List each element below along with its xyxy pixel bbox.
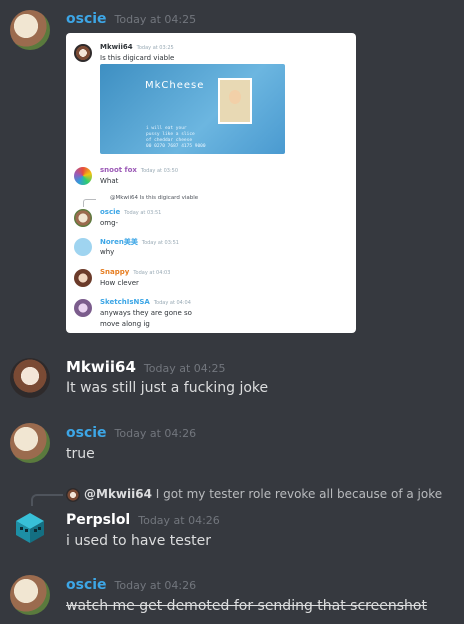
message-1: oscie Today at 04:25 Mkwii64 Today at 03:2… <box>0 0 464 340</box>
author-name[interactable]: Perpslol Today at 04:26 <box>66 512 220 528</box>
message-text: watch me get demoted for sending that sc… <box>66 598 427 614</box>
author-name: snoot fox <box>100 166 137 174</box>
message-text: anyways they are gone so <box>100 309 192 317</box>
author-name: Mkwii64 <box>100 43 133 51</box>
timestamp: Today at 04:25 <box>143 362 226 375</box>
avatar <box>74 44 92 62</box>
cube-avatar-icon <box>16 513 44 543</box>
message-text: i used to have tester <box>66 533 212 549</box>
message-text: How clever <box>100 279 139 287</box>
timestamp: Today at 03:51 <box>124 210 162 216</box>
avatar <box>74 209 92 227</box>
timestamp: Today at 04:25 <box>114 13 197 26</box>
author-name[interactable]: oscie Today at 04:26 <box>66 425 196 441</box>
card-line: pussy like a slice <box>146 132 195 137</box>
reply-preview: @Mkwii64 Is this digicard viable <box>110 195 199 201</box>
message-text: move along ig <box>100 320 150 328</box>
digicard-image: MkCheese i will eat your pussy like a sl… <box>100 64 285 154</box>
avatar[interactable] <box>10 358 50 398</box>
message-text: why <box>100 248 115 256</box>
timestamp: Today at 03:50 <box>140 168 178 174</box>
reply-preview[interactable]: @Mkwii64 I got my tester role revoke all… <box>66 487 442 502</box>
avatar <box>74 269 92 287</box>
author-name: Snappy <box>100 268 130 276</box>
message-3: oscie Today at 04:26 true <box>0 420 464 470</box>
timestamp: Today at 03:25 <box>136 45 174 51</box>
author-name[interactable]: Mkwii64 Today at 04:25 <box>66 358 225 376</box>
message-text: It was still just a fucking joke <box>66 380 269 396</box>
message-4: @Mkwii64 I got my tester role revoke all… <box>0 485 464 555</box>
card-line: 00 0270 7687 4175 9000 <box>146 144 206 149</box>
reply-text: I got my tester role revoke all because … <box>155 487 443 501</box>
card-line: of cheddar cheese <box>146 138 193 143</box>
message-5: oscie Today at 04:26 watch me get demoted… <box>0 572 464 624</box>
timestamp: Today at 04:26 <box>114 579 197 592</box>
avatar <box>74 299 92 317</box>
avatar <box>66 487 80 502</box>
timestamp: Today at 03:51 <box>141 240 179 246</box>
message-2: Mkwii64 Today at 04:25 It was still just … <box>0 355 464 405</box>
author-name: oscie <box>100 208 121 216</box>
avatar <box>74 238 92 256</box>
card-title: MkCheese <box>145 80 205 91</box>
timestamp: Today at 04:26 <box>138 514 220 527</box>
timestamp: Today at 04:26 <box>114 427 197 440</box>
card-line: i will eat your <box>146 126 187 131</box>
author-name: SketchIsNSA <box>100 298 150 306</box>
reply-mention[interactable]: @Mkwii64 <box>84 487 152 501</box>
author-name: Noren美美 <box>100 238 138 246</box>
message-text: true <box>66 446 95 462</box>
author-name[interactable]: oscie Today at 04:25 <box>66 11 196 27</box>
message-text: omg- <box>100 219 119 227</box>
message-text: Is this digicard viable <box>100 54 175 62</box>
avatar[interactable] <box>10 10 50 50</box>
message-text: What <box>100 177 119 185</box>
author-name[interactable]: oscie Today at 04:26 <box>66 577 196 593</box>
attached-screenshot[interactable]: Mkwii64 Today at 03:25 Is this digicard v… <box>66 33 356 333</box>
timestamp: Today at 04:04 <box>153 300 191 306</box>
mii-face <box>218 78 252 124</box>
avatar[interactable] <box>10 507 50 547</box>
timestamp: Today at 04:03 <box>133 270 171 276</box>
avatar[interactable] <box>10 423 50 463</box>
avatar <box>74 167 92 185</box>
reply-connector <box>83 199 96 207</box>
avatar[interactable] <box>10 575 50 615</box>
